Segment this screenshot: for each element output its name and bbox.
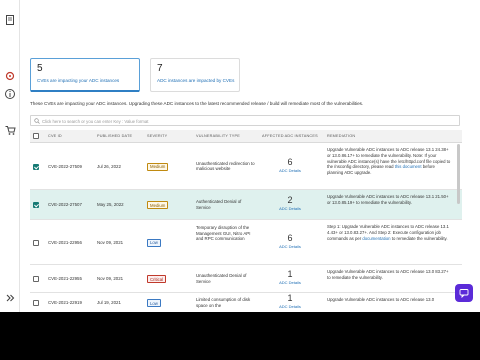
- adc-details-link[interactable]: ADC Details: [270, 244, 310, 249]
- document-icon[interactable]: [4, 14, 16, 26]
- expand-icon[interactable]: [4, 292, 16, 304]
- published-date: Jul 19, 2021: [97, 300, 121, 305]
- severity-badge: Medium: [147, 162, 169, 171]
- search-icon: [34, 118, 40, 124]
- select-all-checkbox[interactable]: [33, 133, 39, 139]
- header-vulnerability-type[interactable]: VULNERABILITY TYPE: [196, 134, 240, 138]
- cve-id[interactable]: CVE-2021-22956: [48, 240, 82, 246]
- chat-button[interactable]: [455, 284, 473, 302]
- adc-details-link[interactable]: ADC Details: [270, 168, 310, 173]
- header-cve-id[interactable]: CVE ID: [48, 134, 62, 138]
- header-affected-instances[interactable]: AFFECTED ADC INSTANCES: [262, 134, 318, 138]
- table-row[interactable]: CVE-2022-27509 Jul 26, 2022 Medium Unauthen…: [30, 143, 462, 190]
- chat-icon: [459, 289, 469, 298]
- affected-count: 2: [287, 195, 293, 205]
- published-date: Nov 09, 2021: [97, 276, 124, 281]
- severity-badge: Medium: [147, 201, 169, 209]
- remediation-text: Step 1: Upgrade Vulnerable ADC instances…: [327, 224, 451, 241]
- adc-details-link[interactable]: ADC Details: [270, 206, 310, 211]
- severity-badge: Low: [147, 299, 161, 307]
- row-checkbox[interactable]: [33, 163, 39, 170]
- severity-badge: Critical: [147, 275, 167, 283]
- documentation-link[interactable]: documentation: [362, 236, 390, 241]
- row-checkbox[interactable]: [33, 239, 39, 246]
- remediation-tail: to remediate the vulnerability.: [390, 235, 448, 241]
- info-icon[interactable]: [4, 88, 16, 100]
- cve-table: CVE ID PUBLISHED DATE SEVERITY VULNERABI…: [30, 130, 462, 312]
- published-date: May 25, 2022: [97, 202, 124, 207]
- header-published-date[interactable]: PUBLISHED DATE: [97, 134, 132, 138]
- vulnerability-type: Temporary disruption of the Management G…: [196, 225, 251, 242]
- network-icon[interactable]: [4, 70, 16, 82]
- scrollbar[interactable]: [457, 144, 460, 204]
- instance-count: 7: [157, 63, 163, 74]
- remediation-main: Upgrade Vulnerable ADC instances to ADC …: [327, 194, 449, 205]
- active-card-indicator: [31, 90, 139, 92]
- published-date: Jul 26, 2022: [97, 163, 121, 169]
- remediation-text: Upgrade Vulnerable ADC instances to ADC …: [327, 269, 451, 281]
- cve-count: 5: [37, 63, 43, 74]
- documentation-link[interactable]: this document: [395, 164, 422, 169]
- sidebar: [0, 0, 20, 312]
- search-input[interactable]: Click here to search or you can enter Ke…: [30, 115, 460, 126]
- header-remediation[interactable]: REMEDIATION: [327, 134, 355, 138]
- published-date: Nov 09, 2021: [97, 239, 124, 245]
- table-row[interactable]: CVE-2022-27507 May 25, 2022 Medium Authenti…: [30, 190, 462, 220]
- cve-id[interactable]: CVE-2021-22955: [48, 276, 82, 282]
- table-row[interactable]: CVE-2021-22919 Jul 19, 2021 Low Limited con…: [30, 293, 462, 312]
- cve-id[interactable]: CVE-2021-22919: [48, 300, 82, 306]
- affected-count: 6: [287, 232, 293, 243]
- adc-details-link[interactable]: ADC Details: [270, 280, 310, 285]
- affected-count: 1: [287, 269, 293, 279]
- vulnerability-type: Unauthenticated redirection to malicious…: [196, 160, 255, 172]
- affected-count: 1: [287, 293, 293, 303]
- cve-id[interactable]: CVE-2022-27507: [48, 202, 82, 208]
- vulnerability-type: Authenticated Denial of Service: [196, 199, 242, 210]
- remediation-main: Upgrade Vulnerable ADC instances to ADC …: [327, 297, 435, 302]
- row-checkbox[interactable]: [33, 202, 39, 208]
- row-checkbox[interactable]: [33, 300, 39, 306]
- table-header: CVE ID PUBLISHED DATE SEVERITY VULNERABI…: [30, 130, 462, 143]
- cve-id[interactable]: CVE-2022-27509: [48, 164, 82, 170]
- cart-icon[interactable]: [4, 124, 16, 136]
- vulnerability-type: Limited consumption of disk space on the: [196, 297, 251, 308]
- remediation-text: Upgrade Vulnerable ADC instances to ADC …: [327, 194, 451, 206]
- table-row[interactable]: CVE-2021-22955 Nov 09, 2021 Critical Unauth…: [30, 265, 462, 293]
- cve-count-card[interactable]: 5 CVEs are impacting your ADC instances: [30, 58, 140, 92]
- instance-count-label: ADC instances are impacted by CVEs: [157, 78, 235, 83]
- severity-badge: Low: [147, 238, 161, 247]
- remediation-text: Upgrade Vulnerable ADC instances to ADC …: [327, 147, 451, 176]
- remediation-text: Upgrade Vulnerable ADC instances to ADC …: [327, 297, 451, 303]
- description-text: These CVEs are impacting your ADC instan…: [30, 101, 364, 106]
- vulnerability-type: Unauthenticated Denial of Service: [196, 273, 247, 284]
- app-window: 5 CVEs are impacting your ADC instances …: [0, 0, 480, 312]
- adc-details-link[interactable]: ADC Details: [270, 304, 310, 309]
- instance-count-card[interactable]: 7 ADC instances are impacted by CVEs: [150, 58, 240, 92]
- table-row[interactable]: CVE-2021-22956 Nov 09, 2021 Low Temporary d…: [30, 220, 462, 265]
- header-severity[interactable]: SEVERITY: [147, 134, 167, 138]
- row-checkbox[interactable]: [33, 276, 39, 282]
- affected-count: 6: [287, 156, 293, 167]
- remediation-main: Upgrade Vulnerable ADC instances to ADC …: [327, 269, 449, 280]
- search-placeholder: Click here to search or you can enter Ke…: [42, 118, 149, 124]
- cve-count-label: CVEs are impacting your ADC instances: [37, 78, 120, 83]
